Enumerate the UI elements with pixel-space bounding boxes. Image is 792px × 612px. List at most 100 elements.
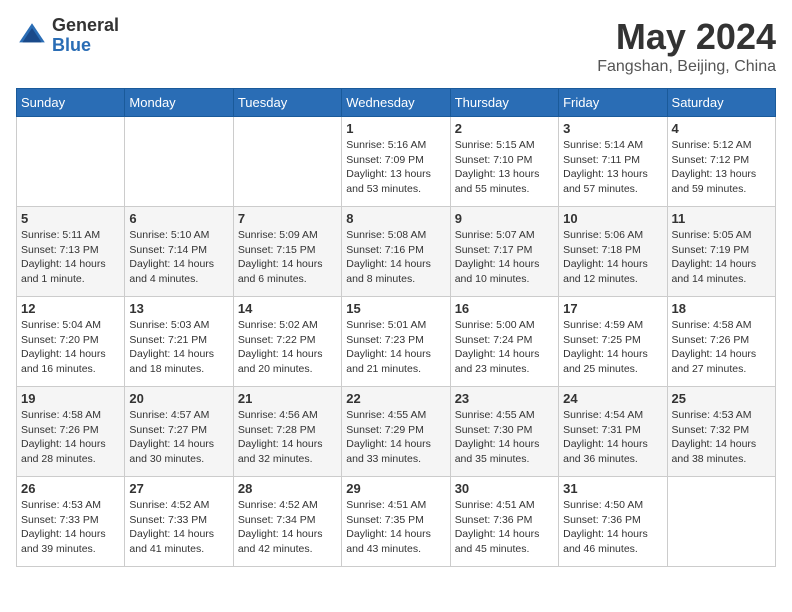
calendar-cell: 25 Sunrise: 4:53 AMSunset: 7:32 PMDayligh…: [667, 387, 775, 477]
day-info: Sunrise: 5:10 AMSunset: 7:14 PMDaylight:…: [129, 228, 228, 287]
day-info: Sunrise: 5:06 AMSunset: 7:18 PMDaylight:…: [563, 228, 662, 287]
weekday-row: SundayMondayTuesdayWednesdayThursdayFrid…: [17, 89, 776, 117]
calendar-cell: 15 Sunrise: 5:01 AMSunset: 7:23 PMDayligh…: [342, 297, 450, 387]
day-info: Sunrise: 5:07 AMSunset: 7:17 PMDaylight:…: [455, 228, 554, 287]
day-number: 5: [21, 211, 120, 226]
calendar-cell: 8 Sunrise: 5:08 AMSunset: 7:16 PMDaylight…: [342, 207, 450, 297]
day-info: Sunrise: 5:01 AMSunset: 7:23 PMDaylight:…: [346, 318, 445, 377]
calendar-header: SundayMondayTuesdayWednesdayThursdayFrid…: [17, 89, 776, 117]
day-info: Sunrise: 4:53 AMSunset: 7:32 PMDaylight:…: [672, 408, 771, 467]
weekday-header-saturday: Saturday: [667, 89, 775, 117]
calendar-cell: 16 Sunrise: 5:00 AMSunset: 7:24 PMDayligh…: [450, 297, 558, 387]
title-block: May 2024 Fangshan, Beijing, China: [597, 16, 776, 76]
day-number: 18: [672, 301, 771, 316]
day-info: Sunrise: 5:04 AMSunset: 7:20 PMDaylight:…: [21, 318, 120, 377]
day-number: 14: [238, 301, 337, 316]
calendar-cell: 6 Sunrise: 5:10 AMSunset: 7:14 PMDaylight…: [125, 207, 233, 297]
day-number: 15: [346, 301, 445, 316]
day-info: Sunrise: 4:52 AMSunset: 7:34 PMDaylight:…: [238, 498, 337, 557]
calendar-week-2: 5Sunrise: 5:11 AMSunset: 7:13 PMDaylight…: [17, 207, 776, 297]
day-info: Sunrise: 4:55 AMSunset: 7:29 PMDaylight:…: [346, 408, 445, 467]
calendar-cell: [17, 117, 125, 207]
calendar-cell: 10 Sunrise: 5:06 AMSunset: 7:18 PMDayligh…: [559, 207, 667, 297]
calendar-cell: 23 Sunrise: 4:55 AMSunset: 7:30 PMDayligh…: [450, 387, 558, 477]
calendar-cell: 28 Sunrise: 4:52 AMSunset: 7:34 PMDayligh…: [233, 477, 341, 567]
day-info: Sunrise: 5:00 AMSunset: 7:24 PMDaylight:…: [455, 318, 554, 377]
day-number: 16: [455, 301, 554, 316]
weekday-header-monday: Monday: [125, 89, 233, 117]
day-info: Sunrise: 5:05 AMSunset: 7:19 PMDaylight:…: [672, 228, 771, 287]
day-number: 29: [346, 481, 445, 496]
calendar-cell: 12 Sunrise: 5:04 AMSunset: 7:20 PMDayligh…: [17, 297, 125, 387]
day-info: Sunrise: 4:51 AMSunset: 7:36 PMDaylight:…: [455, 498, 554, 557]
main-title: May 2024: [597, 16, 776, 58]
day-info: Sunrise: 4:56 AMSunset: 7:28 PMDaylight:…: [238, 408, 337, 467]
day-number: 20: [129, 391, 228, 406]
calendar-cell: 26Sunrise: 4:53 AMSunset: 7:33 PMDayligh…: [17, 477, 125, 567]
day-number: 3: [563, 121, 662, 136]
calendar-cell: 11Sunrise: 5:05 AMSunset: 7:19 PMDayligh…: [667, 207, 775, 297]
calendar-cell: [667, 477, 775, 567]
day-number: 4: [672, 121, 771, 136]
day-info: Sunrise: 5:16 AMSunset: 7:09 PMDaylight:…: [346, 138, 445, 197]
calendar-cell: 31Sunrise: 4:50 AMSunset: 7:36 PMDayligh…: [559, 477, 667, 567]
calendar-cell: [125, 117, 233, 207]
calendar-week-1: 1 Sunrise: 5:16 AMSunset: 7:09 PMDaylight…: [17, 117, 776, 207]
day-info: Sunrise: 4:59 AMSunset: 7:25 PMDaylight:…: [563, 318, 662, 377]
day-number: 17: [563, 301, 662, 316]
calendar-cell: 17 Sunrise: 4:59 AMSunset: 7:25 PMDayligh…: [559, 297, 667, 387]
logo: General Blue: [16, 16, 119, 56]
logo-icon: [16, 20, 48, 52]
calendar-cell: 3 Sunrise: 5:14 AMSunset: 7:11 PMDaylight…: [559, 117, 667, 207]
day-info: Sunrise: 5:15 AMSunset: 7:10 PMDaylight:…: [455, 138, 554, 197]
day-info: Sunrise: 4:58 AMSunset: 7:26 PMDaylight:…: [21, 408, 120, 467]
day-info: Sunrise: 5:03 AMSunset: 7:21 PMDaylight:…: [129, 318, 228, 377]
day-info: Sunrise: 5:02 AMSunset: 7:22 PMDaylight:…: [238, 318, 337, 377]
day-number: 9: [455, 211, 554, 226]
calendar-cell: 29Sunrise: 4:51 AMSunset: 7:35 PMDayligh…: [342, 477, 450, 567]
day-info: Sunrise: 4:58 AMSunset: 7:26 PMDaylight:…: [672, 318, 771, 377]
day-number: 24: [563, 391, 662, 406]
calendar-week-3: 12 Sunrise: 5:04 AMSunset: 7:20 PMDayligh…: [17, 297, 776, 387]
calendar-cell: 4Sunrise: 5:12 AMSunset: 7:12 PMDaylight…: [667, 117, 775, 207]
day-number: 6: [129, 211, 228, 226]
calendar-cell: 7Sunrise: 5:09 AMSunset: 7:15 PMDaylight…: [233, 207, 341, 297]
day-info: Sunrise: 4:55 AMSunset: 7:30 PMDaylight:…: [455, 408, 554, 467]
calendar-week-5: 26Sunrise: 4:53 AMSunset: 7:33 PMDayligh…: [17, 477, 776, 567]
calendar-cell: 24Sunrise: 4:54 AMSunset: 7:31 PMDayligh…: [559, 387, 667, 477]
calendar-cell: 20Sunrise: 4:57 AMSunset: 7:27 PMDayligh…: [125, 387, 233, 477]
calendar-table: SundayMondayTuesdayWednesdayThursdayFrid…: [16, 88, 776, 567]
weekday-header-thursday: Thursday: [450, 89, 558, 117]
calendar-cell: 27 Sunrise: 4:52 AMSunset: 7:33 PMDayligh…: [125, 477, 233, 567]
day-info: Sunrise: 5:14 AMSunset: 7:11 PMDaylight:…: [563, 138, 662, 197]
weekday-header-wednesday: Wednesday: [342, 89, 450, 117]
weekday-header-tuesday: Tuesday: [233, 89, 341, 117]
calendar-cell: 21Sunrise: 4:56 AMSunset: 7:28 PMDayligh…: [233, 387, 341, 477]
day-info: Sunrise: 4:52 AMSunset: 7:33 PMDaylight:…: [129, 498, 228, 557]
calendar-cell: 2Sunrise: 5:15 AMSunset: 7:10 PMDaylight…: [450, 117, 558, 207]
weekday-header-sunday: Sunday: [17, 89, 125, 117]
calendar-cell: 1 Sunrise: 5:16 AMSunset: 7:09 PMDaylight…: [342, 117, 450, 207]
day-info: Sunrise: 4:53 AMSunset: 7:33 PMDaylight:…: [21, 498, 120, 557]
calendar-cell: 18 Sunrise: 4:58 AMSunset: 7:26 PMDayligh…: [667, 297, 775, 387]
day-number: 23: [455, 391, 554, 406]
day-number: 22: [346, 391, 445, 406]
day-number: 25: [672, 391, 771, 406]
day-number: 1: [346, 121, 445, 136]
logo-blue: Blue: [52, 36, 119, 56]
calendar-cell: 13 Sunrise: 5:03 AMSunset: 7:21 PMDayligh…: [125, 297, 233, 387]
day-number: 7: [238, 211, 337, 226]
day-number: 10: [563, 211, 662, 226]
day-number: 30: [455, 481, 554, 496]
day-number: 31: [563, 481, 662, 496]
calendar-cell: 9 Sunrise: 5:07 AMSunset: 7:17 PMDaylight…: [450, 207, 558, 297]
calendar-cell: 19Sunrise: 4:58 AMSunset: 7:26 PMDayligh…: [17, 387, 125, 477]
day-info: Sunrise: 5:08 AMSunset: 7:16 PMDaylight:…: [346, 228, 445, 287]
day-number: 13: [129, 301, 228, 316]
day-number: 27: [129, 481, 228, 496]
day-number: 28: [238, 481, 337, 496]
day-number: 12: [21, 301, 120, 316]
day-number: 8: [346, 211, 445, 226]
calendar-cell: 22 Sunrise: 4:55 AMSunset: 7:29 PMDayligh…: [342, 387, 450, 477]
calendar-cell: 30 Sunrise: 4:51 AMSunset: 7:36 PMDayligh…: [450, 477, 558, 567]
